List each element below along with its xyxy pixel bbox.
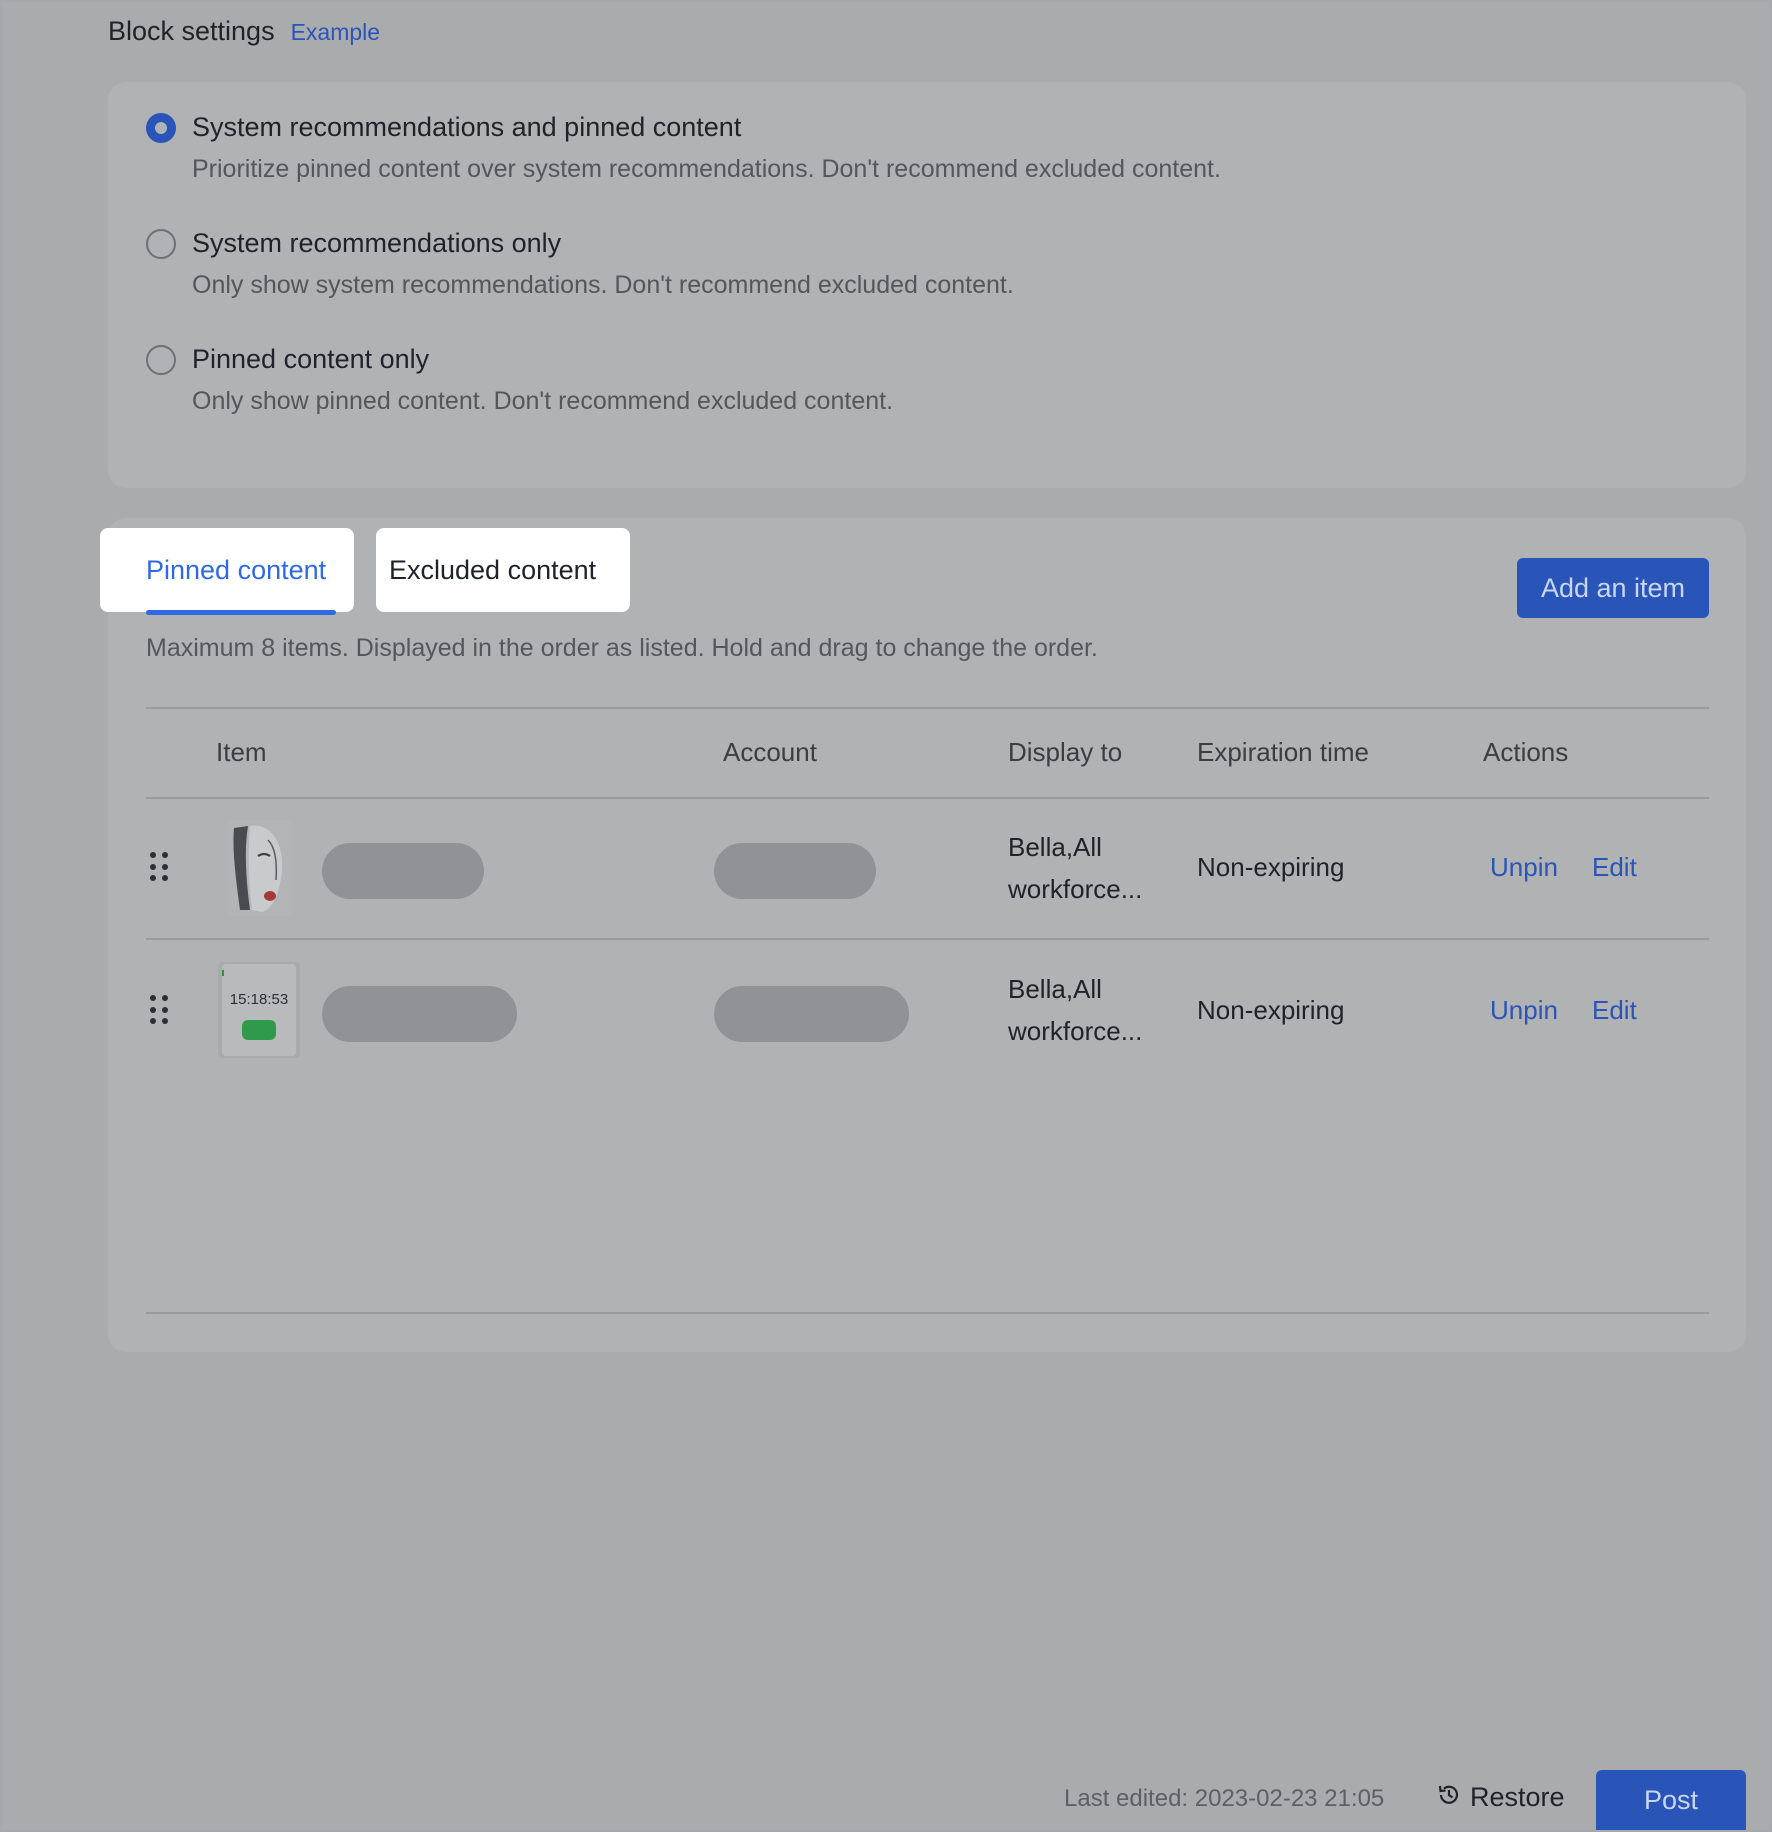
- drag-handle-icon[interactable]: [150, 995, 172, 1025]
- edit-link[interactable]: Edit: [1592, 852, 1637, 883]
- column-header-item: Item: [216, 737, 267, 767]
- account-placeholder: [714, 986, 909, 1042]
- column-header-actions: Actions: [1483, 737, 1569, 767]
- mode-option-description: Only show system recommendations. Don't …: [192, 271, 1014, 299]
- history-icon: [1436, 1782, 1462, 1813]
- mode-option-description: Only show pinned content. Don't recommen…: [192, 387, 894, 415]
- restore-label: Restore: [1470, 1782, 1565, 1812]
- last-edited-label: Last edited:: [1064, 1785, 1189, 1812]
- mode-option-description: Prioritize pinned content over system re…: [192, 155, 1221, 183]
- portrait-sketch-image: [228, 820, 292, 916]
- table-top-border: [146, 707, 1709, 709]
- table-row-divider: [146, 938, 1709, 940]
- page-title: Block settings: [108, 16, 275, 46]
- table-bottom-border: [146, 1312, 1709, 1314]
- clock-text: 15:18:53: [230, 991, 288, 1008]
- tab-excluded-content[interactable]: Excluded content: [376, 528, 630, 612]
- tab-label: Pinned content: [146, 554, 327, 585]
- item-title-placeholder: [322, 843, 484, 899]
- post-button[interactable]: Post: [1596, 1770, 1746, 1830]
- radio-unchecked-icon[interactable]: [146, 228, 176, 259]
- column-header-display-to: Display to: [1008, 737, 1123, 767]
- table-header-divider: [146, 797, 1709, 799]
- unpin-link[interactable]: Unpin: [1490, 852, 1558, 883]
- display-to-line: Bella,All: [1008, 832, 1102, 862]
- tab-pinned-content[interactable]: Pinned content: [100, 528, 354, 615]
- display-to-cell: Bella,All workforce...: [1008, 826, 1178, 910]
- display-to-line: Bella,All: [1008, 974, 1102, 1004]
- column-header-account: Account: [723, 737, 817, 767]
- last-edited: Last edited: 2023-02-23 21:05: [1064, 1785, 1384, 1813]
- pinned-content-hint: Maximum 8 items. Displayed in the order …: [146, 634, 1098, 662]
- mode-option-label: System recommendations only: [192, 228, 562, 258]
- radio-unchecked-icon[interactable]: [146, 344, 176, 375]
- unpin-link[interactable]: Unpin: [1490, 995, 1558, 1026]
- mode-option-system-only[interactable]: System recommendations only Only show sy…: [146, 228, 1014, 300]
- radio-checked-icon[interactable]: [146, 112, 176, 143]
- block-settings-header: Block settings Example: [108, 16, 380, 47]
- display-to-line: workforce...: [1008, 874, 1143, 904]
- item-title-placeholder: [322, 986, 517, 1042]
- drag-handle-icon[interactable]: [150, 852, 172, 882]
- display-to-cell: Bella,All workforce...: [1008, 968, 1178, 1052]
- last-edited-value: 2023-02-23 21:05: [1194, 1785, 1385, 1812]
- mode-option-pinned-only[interactable]: Pinned content only Only show pinned con…: [146, 344, 893, 416]
- tab-label: Excluded content: [389, 554, 597, 585]
- expiration-cell: Non-expiring: [1197, 995, 1345, 1025]
- phone-clock-screenshot: 15:18:53: [218, 962, 300, 1058]
- active-tab-indicator: [146, 610, 336, 615]
- expiration-cell: Non-expiring: [1197, 852, 1345, 882]
- example-link[interactable]: Example: [291, 19, 380, 46]
- mode-option-label: Pinned content only: [192, 344, 430, 374]
- mode-option-label: System recommendations and pinned conten…: [192, 112, 742, 142]
- restore-button[interactable]: Restore: [1436, 1782, 1565, 1813]
- account-placeholder: [714, 843, 876, 899]
- add-item-button[interactable]: Add an item: [1517, 558, 1709, 618]
- display-to-line: workforce...: [1008, 1016, 1143, 1046]
- mode-option-system-and-pinned[interactable]: System recommendations and pinned conten…: [146, 112, 1221, 184]
- column-header-expiration-time: Expiration time: [1197, 737, 1369, 767]
- recommendation-mode-card: System recommendations and pinned conten…: [108, 82, 1746, 488]
- edit-link[interactable]: Edit: [1592, 995, 1637, 1026]
